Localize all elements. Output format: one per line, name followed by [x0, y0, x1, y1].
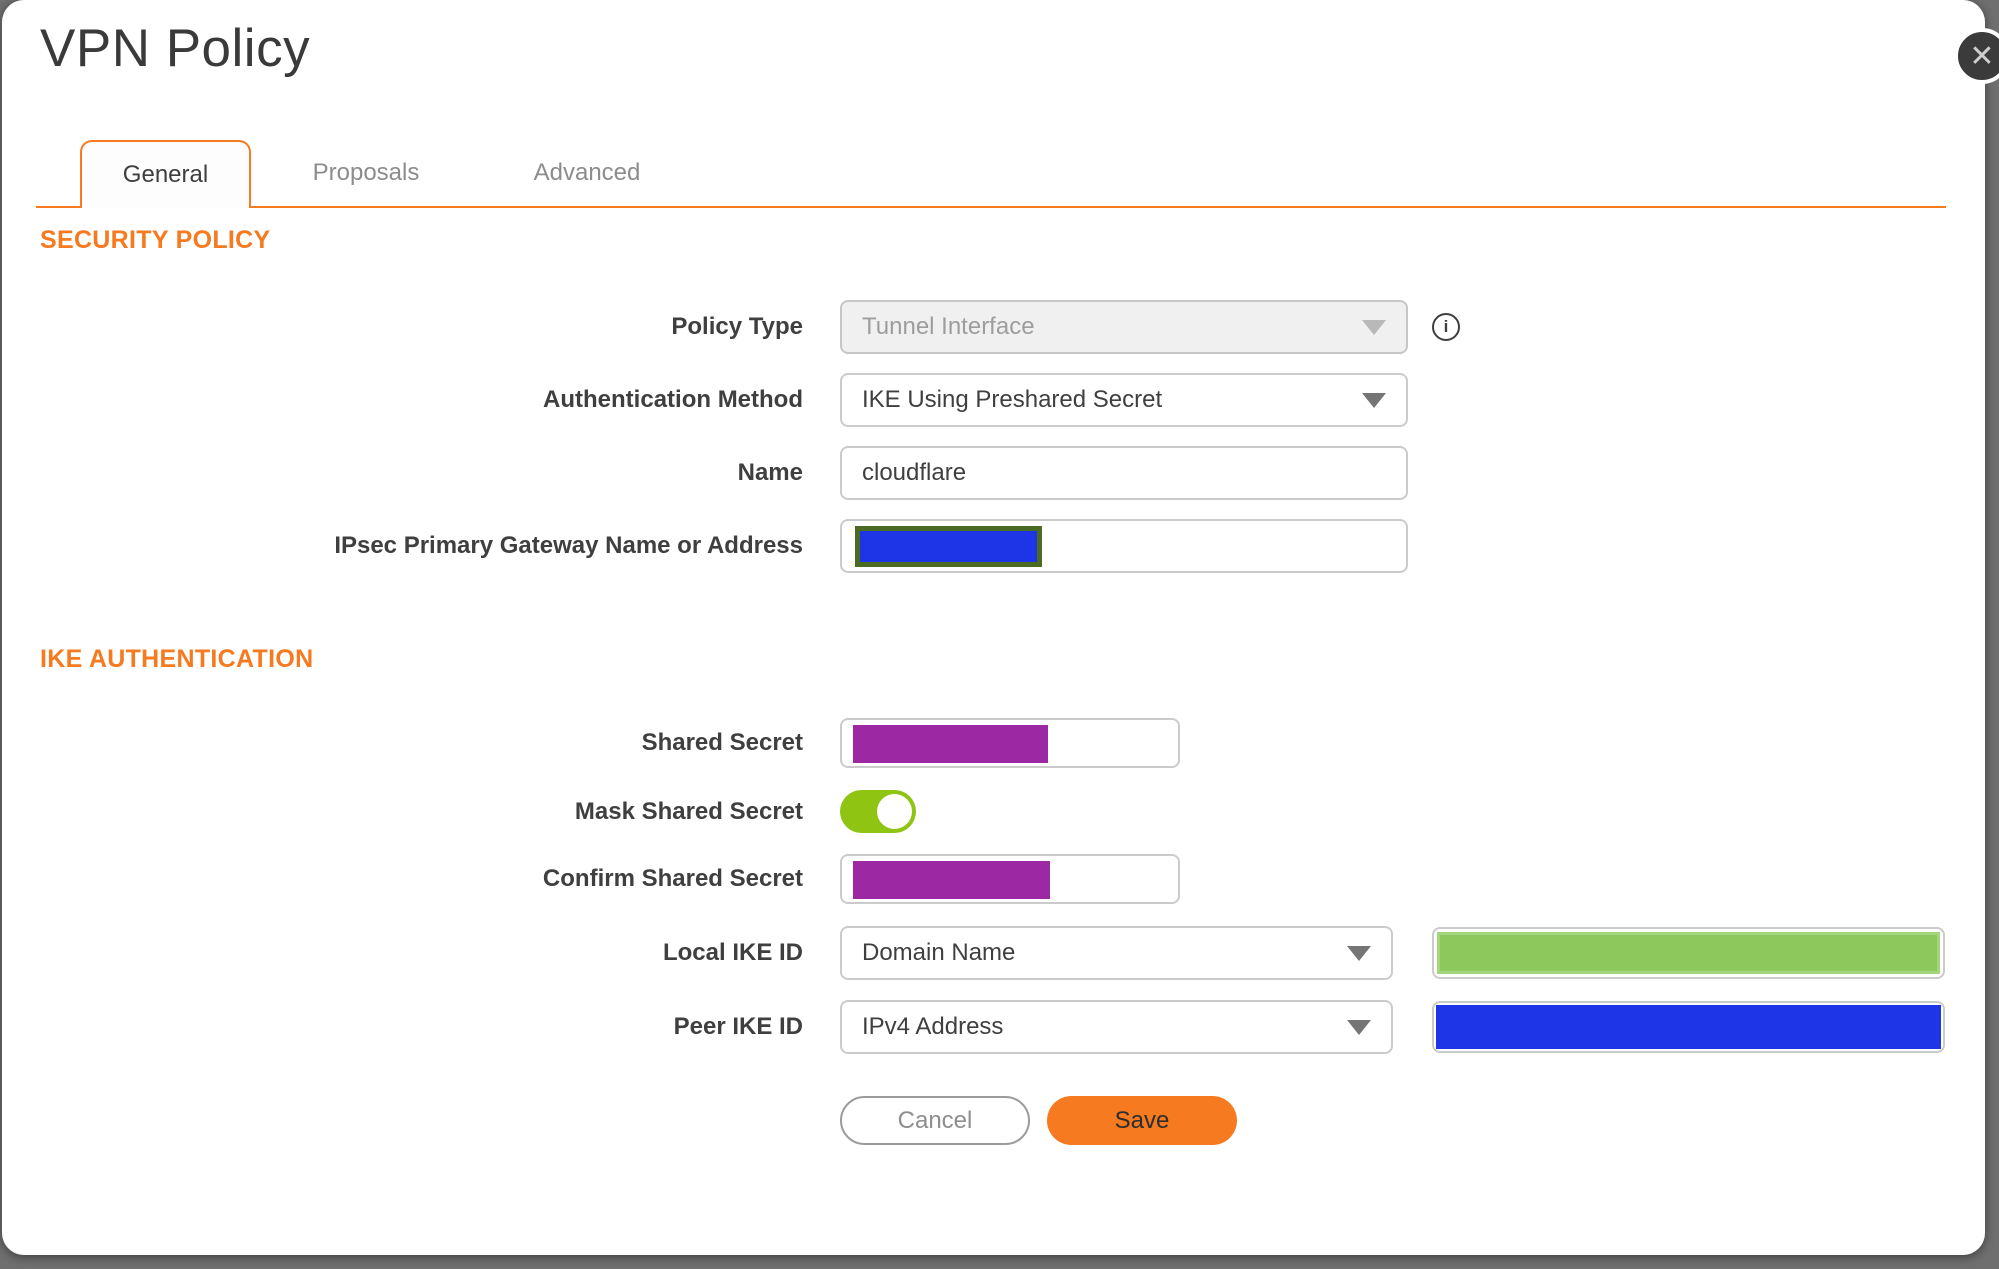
- save-button[interactable]: Save: [1047, 1096, 1237, 1145]
- toggle-knob: [877, 794, 912, 829]
- chevron-down-icon: [1362, 393, 1386, 408]
- peer-ike-id-label: Peer IKE ID: [673, 1013, 803, 1040]
- peer-ike-id-value-input[interactable]: [1432, 1001, 1945, 1053]
- tab-proposals-label: Proposals: [312, 159, 420, 186]
- confirm-shared-secret-label: Confirm Shared Secret: [542, 865, 803, 892]
- local-ike-id-label: Local IKE ID: [662, 939, 803, 966]
- mask-shared-secret-toggle[interactable]: [840, 790, 916, 833]
- gateway-redacted-value: [855, 526, 1042, 567]
- policy-type-select[interactable]: Tunnel Interface: [840, 300, 1408, 354]
- tab-general-label: General: [122, 161, 209, 188]
- name-value: cloudflare: [862, 459, 967, 486]
- tab-general[interactable]: General: [80, 140, 251, 208]
- info-icon[interactable]: i: [1432, 313, 1460, 341]
- shared-secret-redacted-value: [853, 725, 1048, 763]
- peer-ike-id-redacted-value: [1436, 1005, 1941, 1049]
- local-ike-id-select[interactable]: Domain Name: [840, 926, 1393, 980]
- page-title: VPN Policy: [40, 19, 311, 78]
- local-ike-id-redacted-value: [1437, 932, 1940, 974]
- peer-ike-id-value: IPv4 Address: [862, 1013, 1004, 1040]
- policy-type-value: Tunnel Interface: [862, 313, 1035, 340]
- auth-method-select[interactable]: IKE Using Preshared Secret: [840, 373, 1408, 427]
- tab-proposals[interactable]: Proposals: [251, 140, 481, 206]
- tab-advanced[interactable]: Advanced: [481, 140, 693, 206]
- confirm-shared-secret-redacted-value: [853, 861, 1050, 899]
- tab-underline: [36, 206, 1946, 208]
- auth-method-value: IKE Using Preshared Secret: [862, 386, 1163, 413]
- local-ike-id-value-input[interactable]: [1432, 927, 1945, 979]
- shared-secret-input[interactable]: [840, 718, 1180, 768]
- name-label: Name: [737, 459, 803, 486]
- cancel-button[interactable]: Cancel: [840, 1096, 1030, 1145]
- chevron-down-icon: [1362, 320, 1386, 335]
- local-ike-id-value: Domain Name: [862, 939, 1016, 966]
- tab-advanced-label: Advanced: [533, 159, 641, 186]
- peer-ike-id-select[interactable]: IPv4 Address: [840, 1000, 1393, 1054]
- shared-secret-label: Shared Secret: [641, 729, 803, 756]
- close-icon: ✕: [1969, 39, 1995, 73]
- section-ike-authentication: IKE AUTHENTICATION: [40, 645, 314, 673]
- gateway-label: IPsec Primary Gateway Name or Address: [334, 532, 803, 559]
- chevron-down-icon: [1347, 1020, 1371, 1035]
- section-security-policy: SECURITY POLICY: [40, 226, 271, 254]
- auth-method-label: Authentication Method: [543, 386, 803, 413]
- policy-type-label: Policy Type: [671, 313, 803, 340]
- mask-shared-secret-label: Mask Shared Secret: [574, 798, 803, 825]
- confirm-shared-secret-input[interactable]: [840, 854, 1180, 904]
- gateway-input[interactable]: [840, 519, 1408, 573]
- chevron-down-icon: [1347, 946, 1371, 961]
- name-input[interactable]: cloudflare: [840, 446, 1408, 500]
